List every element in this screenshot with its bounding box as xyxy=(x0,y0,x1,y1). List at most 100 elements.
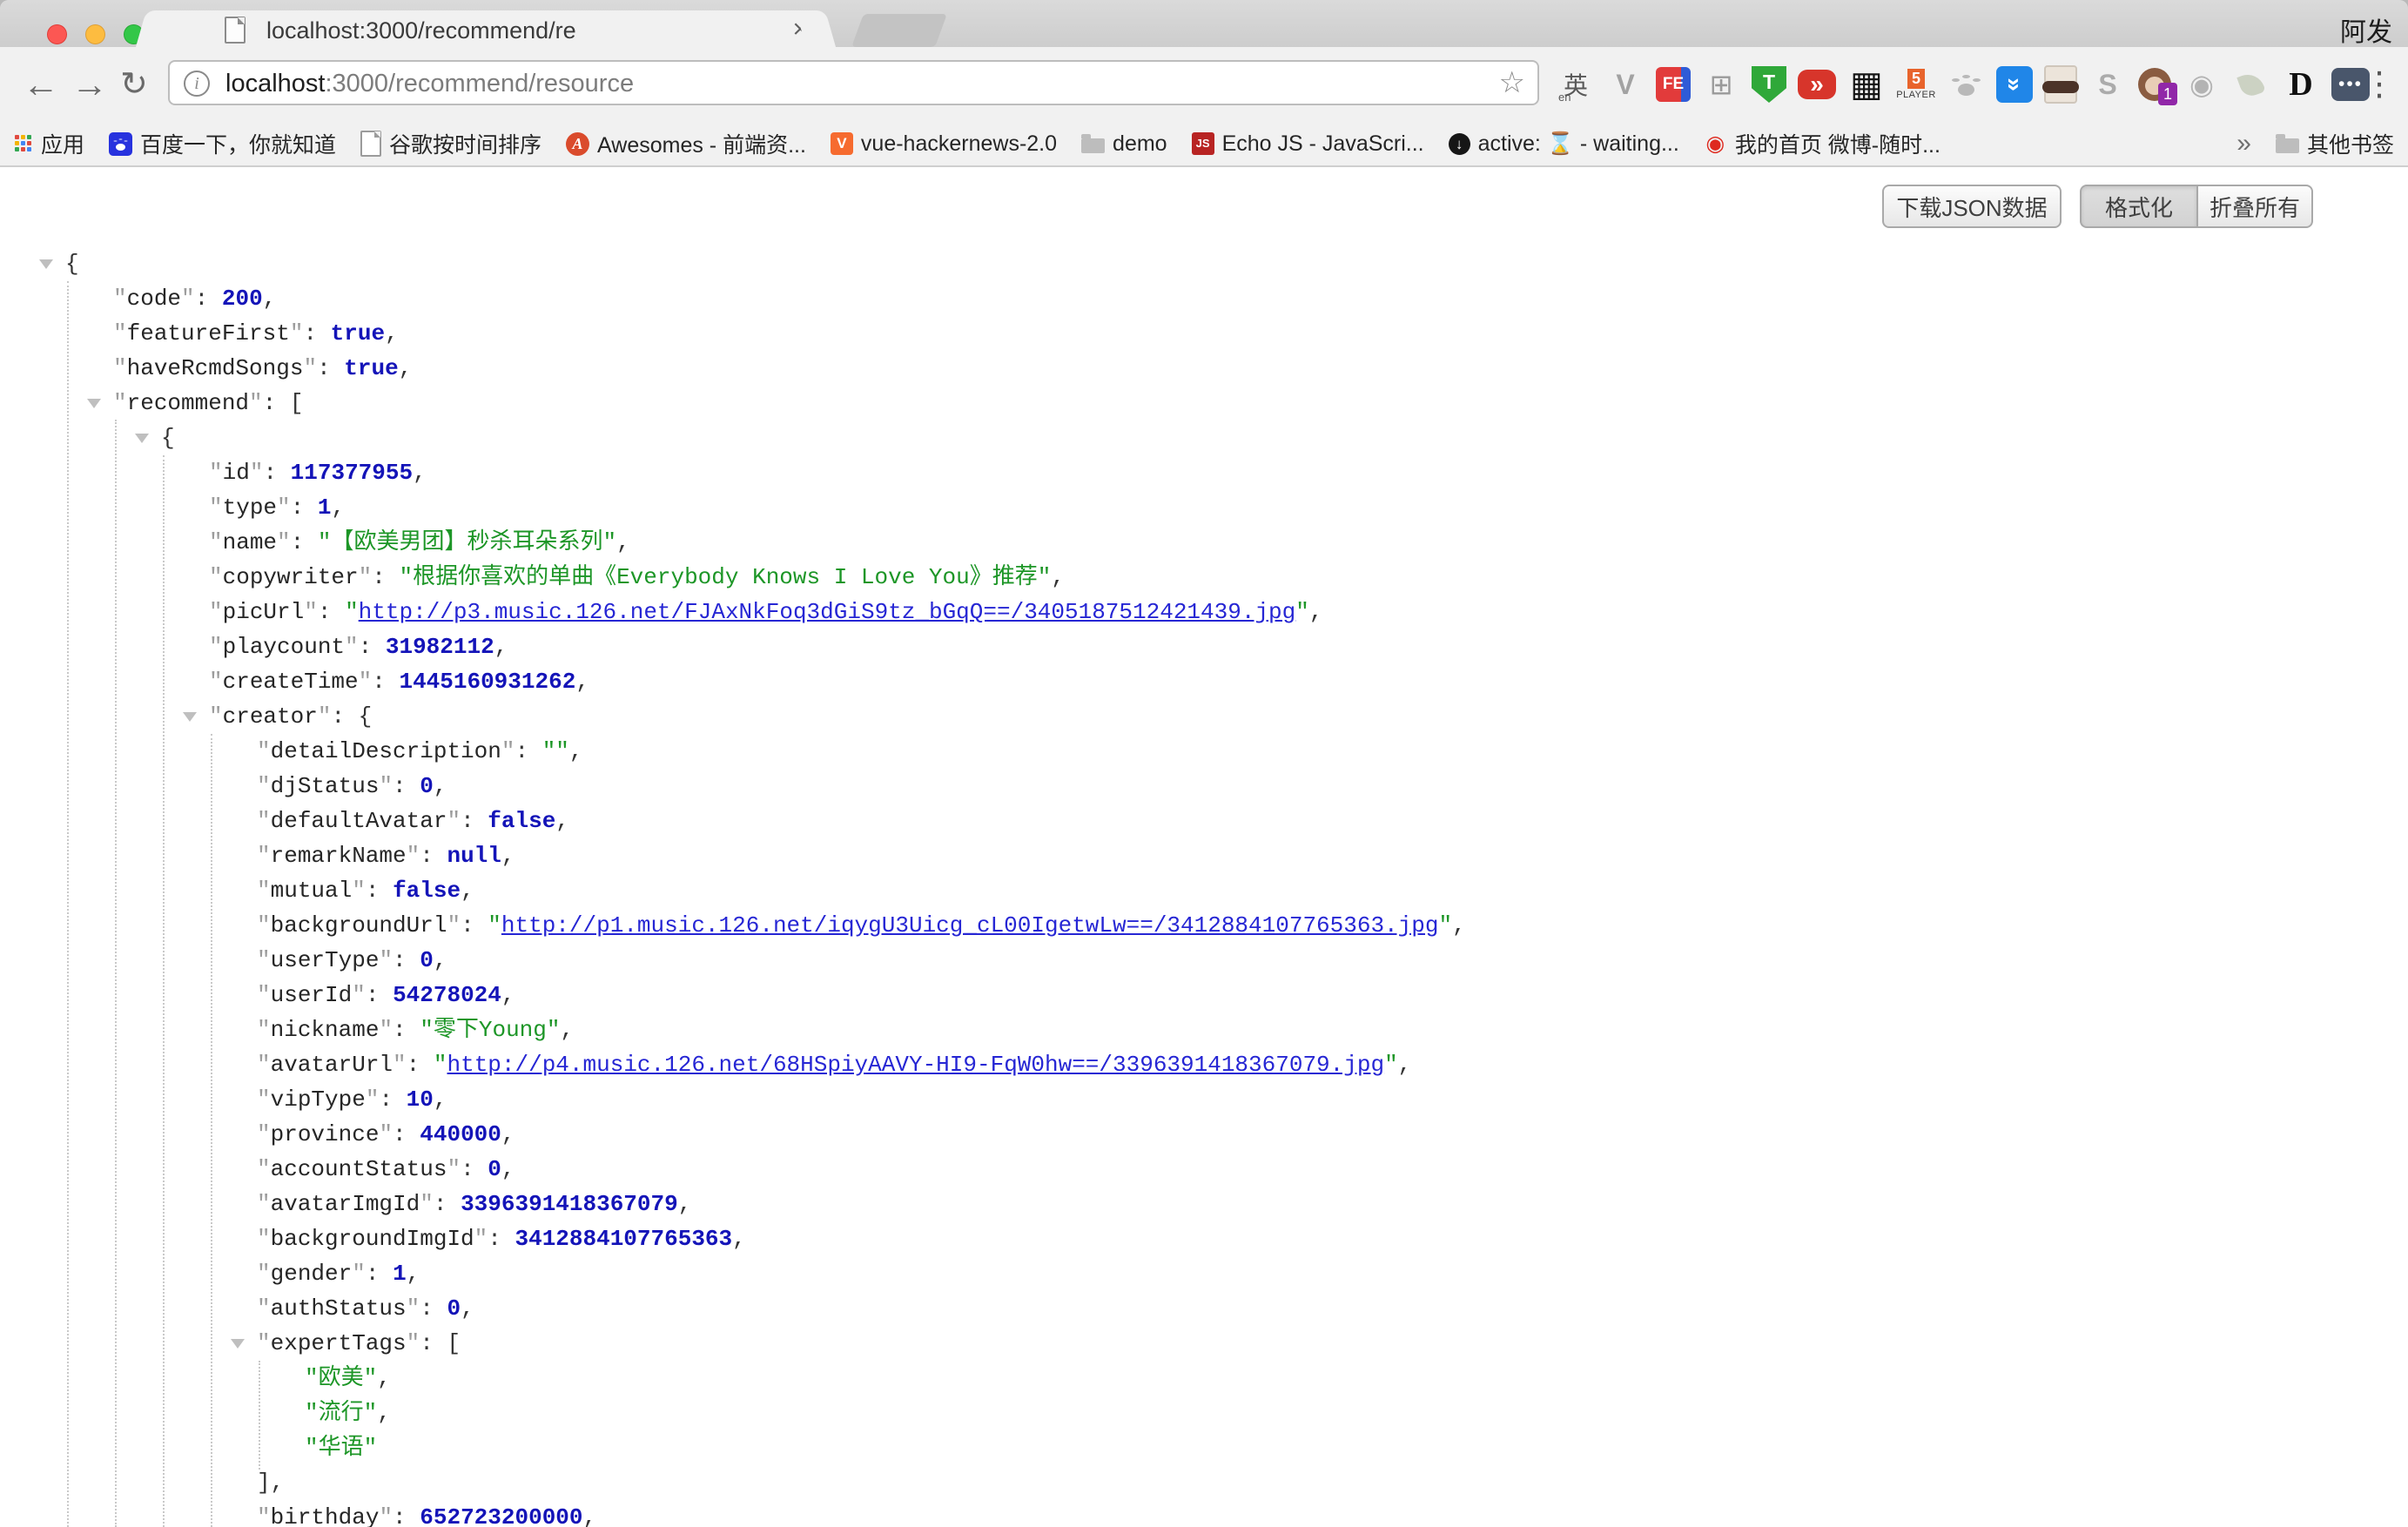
tampermonkey-shield-extension-icon[interactable]: T xyxy=(1752,66,1786,103)
bookmark-item[interactable]: demo xyxy=(1081,131,1167,157)
bookmark-star-icon[interactable]: ☆ xyxy=(1499,65,1525,100)
json-quote: " xyxy=(257,738,271,764)
json-key: vipType xyxy=(271,1086,366,1113)
json-line: "province": 440000, xyxy=(0,1117,2408,1152)
blue-chevrons-extension-icon[interactable]: » xyxy=(1996,66,2033,103)
browser-tab[interactable]: localhost:3000/recommend/re × xyxy=(155,10,817,47)
json-quote: " xyxy=(447,1156,461,1182)
fast-forward-extension-icon[interactable]: » xyxy=(1798,70,1836,99)
json-line: "avatarImgId": 3396391418367079, xyxy=(0,1187,2408,1221)
extensions-row: 英VFE⊞T»▦5PLAYER»S1◉D••• xyxy=(1557,47,2370,122)
vue-devtools-extension-icon[interactable]: V xyxy=(1606,62,1645,107)
json-line: "authStatus": 0, xyxy=(0,1291,2408,1326)
bookmarks-overflow-chevron[interactable]: » xyxy=(2236,129,2276,158)
html5-player-extension-icon[interactable]: 5PLAYER xyxy=(1897,62,1935,107)
json-colon: : xyxy=(366,878,393,904)
extension-glyph: D xyxy=(2289,65,2312,104)
tab-close-icon[interactable]: × xyxy=(792,15,808,44)
extension-glyph: » xyxy=(2001,77,2028,91)
json-comma: , xyxy=(494,634,508,660)
json-quote: " xyxy=(257,808,271,834)
bookmark-item[interactable]: vue-hackernews-2.0 xyxy=(831,131,1057,157)
weibo-icon xyxy=(1704,132,1727,156)
other-bookmarks-folder[interactable]: 其他书签 xyxy=(2276,128,2394,159)
json-colon: : xyxy=(317,355,344,381)
json-quote: " xyxy=(257,1017,271,1043)
json-colon: : xyxy=(291,494,318,521)
paw-extension-icon[interactable] xyxy=(1947,62,1985,107)
url-text[interactable]: localhost:3000/recommend/resource xyxy=(225,70,634,98)
json-link-value[interactable]: http://p4.music.126.net/68HSpiyAAVY-HI9-… xyxy=(447,1052,1384,1078)
bookmark-item[interactable]: 谷歌按时间排序 xyxy=(360,128,541,159)
collapse-arrow-icon[interactable] xyxy=(39,259,53,269)
back-icon[interactable]: ← xyxy=(23,63,59,106)
json-line: "华语" xyxy=(0,1430,2408,1465)
json-comma: , xyxy=(616,529,630,555)
bookmark-item[interactable]: Awesomes - 前端资... xyxy=(566,128,806,159)
address-bar[interactable]: i localhost:3000/recommend/resource ☆ xyxy=(168,60,1539,105)
json-key: remarkName xyxy=(271,843,407,869)
info-icon[interactable]: i xyxy=(184,71,210,97)
json-quote: " xyxy=(277,529,291,555)
bookmark-label: 谷歌按时间排序 xyxy=(389,128,541,159)
bird-extension-icon[interactable] xyxy=(2232,62,2270,107)
collapse-arrow-icon[interactable] xyxy=(87,399,101,408)
json-line: "birthday": 652723200000, xyxy=(0,1500,2408,1527)
bookmark-item[interactable]: Echo JS - JavaScri... xyxy=(1192,131,1424,157)
minimize-window-button[interactable] xyxy=(85,24,105,44)
json-comma: , xyxy=(434,947,447,973)
json-colon: : xyxy=(461,808,488,834)
json-line: "haveRcmdSongs": true, xyxy=(0,351,2408,386)
incognito-mask-extension-icon[interactable] xyxy=(2044,65,2077,104)
json-link-value[interactable]: http://p3.music.126.net/FJAxNkFoq3dGiS9t… xyxy=(359,599,1296,625)
json-line: "djStatus": 0, xyxy=(0,769,2408,804)
qrcode-extension-icon[interactable]: ▦ xyxy=(1847,62,1886,107)
fe-extension-icon[interactable]: FE xyxy=(1656,67,1691,102)
json-link-value[interactable]: http://p1.music.126.net/iqygU3Uicg_cL00I… xyxy=(501,912,1439,938)
json-line: ], xyxy=(0,1465,2408,1500)
json-quote: " xyxy=(209,529,223,555)
json-colon: : xyxy=(372,669,399,695)
json-comma: , xyxy=(501,1121,515,1147)
collapse-all-button[interactable]: 折叠所有 xyxy=(2196,185,2313,228)
forward-icon[interactable]: → xyxy=(71,63,108,106)
bookmark-item[interactable]: 应用 xyxy=(14,128,84,159)
bookmark-item[interactable]: active: ⌛ - waiting... xyxy=(1449,131,1679,157)
folder-icon xyxy=(1081,138,1105,153)
json-key: gender xyxy=(271,1261,353,1287)
json-quote: " xyxy=(407,843,420,869)
tab-title-fade xyxy=(703,12,806,47)
json-comma: , xyxy=(331,494,345,521)
json-comma: , xyxy=(377,1365,391,1391)
json-comma: , xyxy=(501,1156,515,1182)
json-line: "recommend": [ xyxy=(0,386,2408,420)
json-quote: " xyxy=(257,843,271,869)
weibo-gray-extension-icon[interactable]: ◉ xyxy=(2183,62,2221,107)
bookmark-item[interactable]: 百度一下，你就知道 xyxy=(109,128,336,159)
collapse-arrow-icon[interactable] xyxy=(183,712,197,722)
json-comma: , xyxy=(555,808,569,834)
reload-icon[interactable]: ↻ xyxy=(120,63,148,106)
collapse-arrow-icon[interactable] xyxy=(135,434,149,443)
collapse-arrow-icon[interactable] xyxy=(231,1339,245,1349)
apps-grid-icon xyxy=(14,134,33,153)
chrome-menu-icon[interactable]: ⋮ xyxy=(2363,64,2396,104)
profile-name[interactable]: 阿发 xyxy=(2340,10,2392,49)
translate-extension-icon[interactable]: 英 xyxy=(1557,62,1595,107)
monkey-extension-icon[interactable]: 1 xyxy=(2138,68,2171,101)
close-window-button[interactable] xyxy=(47,24,67,44)
json-colon: : xyxy=(515,738,541,764)
json-open-bracket: { xyxy=(161,425,175,451)
json-quote: " xyxy=(257,1330,271,1356)
json-colon: : xyxy=(420,843,447,869)
bookmark-label: 百度一下，你就知道 xyxy=(140,128,336,159)
download-json-button[interactable]: 下载JSON数据 xyxy=(1882,185,2062,228)
new-tab-button[interactable] xyxy=(851,14,947,47)
bookmark-item[interactable]: 我的首页 微博-随时... xyxy=(1704,128,1941,159)
s-extension-icon[interactable]: S xyxy=(2089,62,2127,107)
bookmark-label: demo xyxy=(1113,131,1167,157)
sitemap-extension-icon[interactable]: ⊞ xyxy=(1702,62,1740,107)
dictionary-d-extension-icon[interactable]: D xyxy=(2282,62,2320,107)
json-comma: , xyxy=(407,1261,420,1287)
format-button[interactable]: 格式化 xyxy=(2080,185,2196,228)
